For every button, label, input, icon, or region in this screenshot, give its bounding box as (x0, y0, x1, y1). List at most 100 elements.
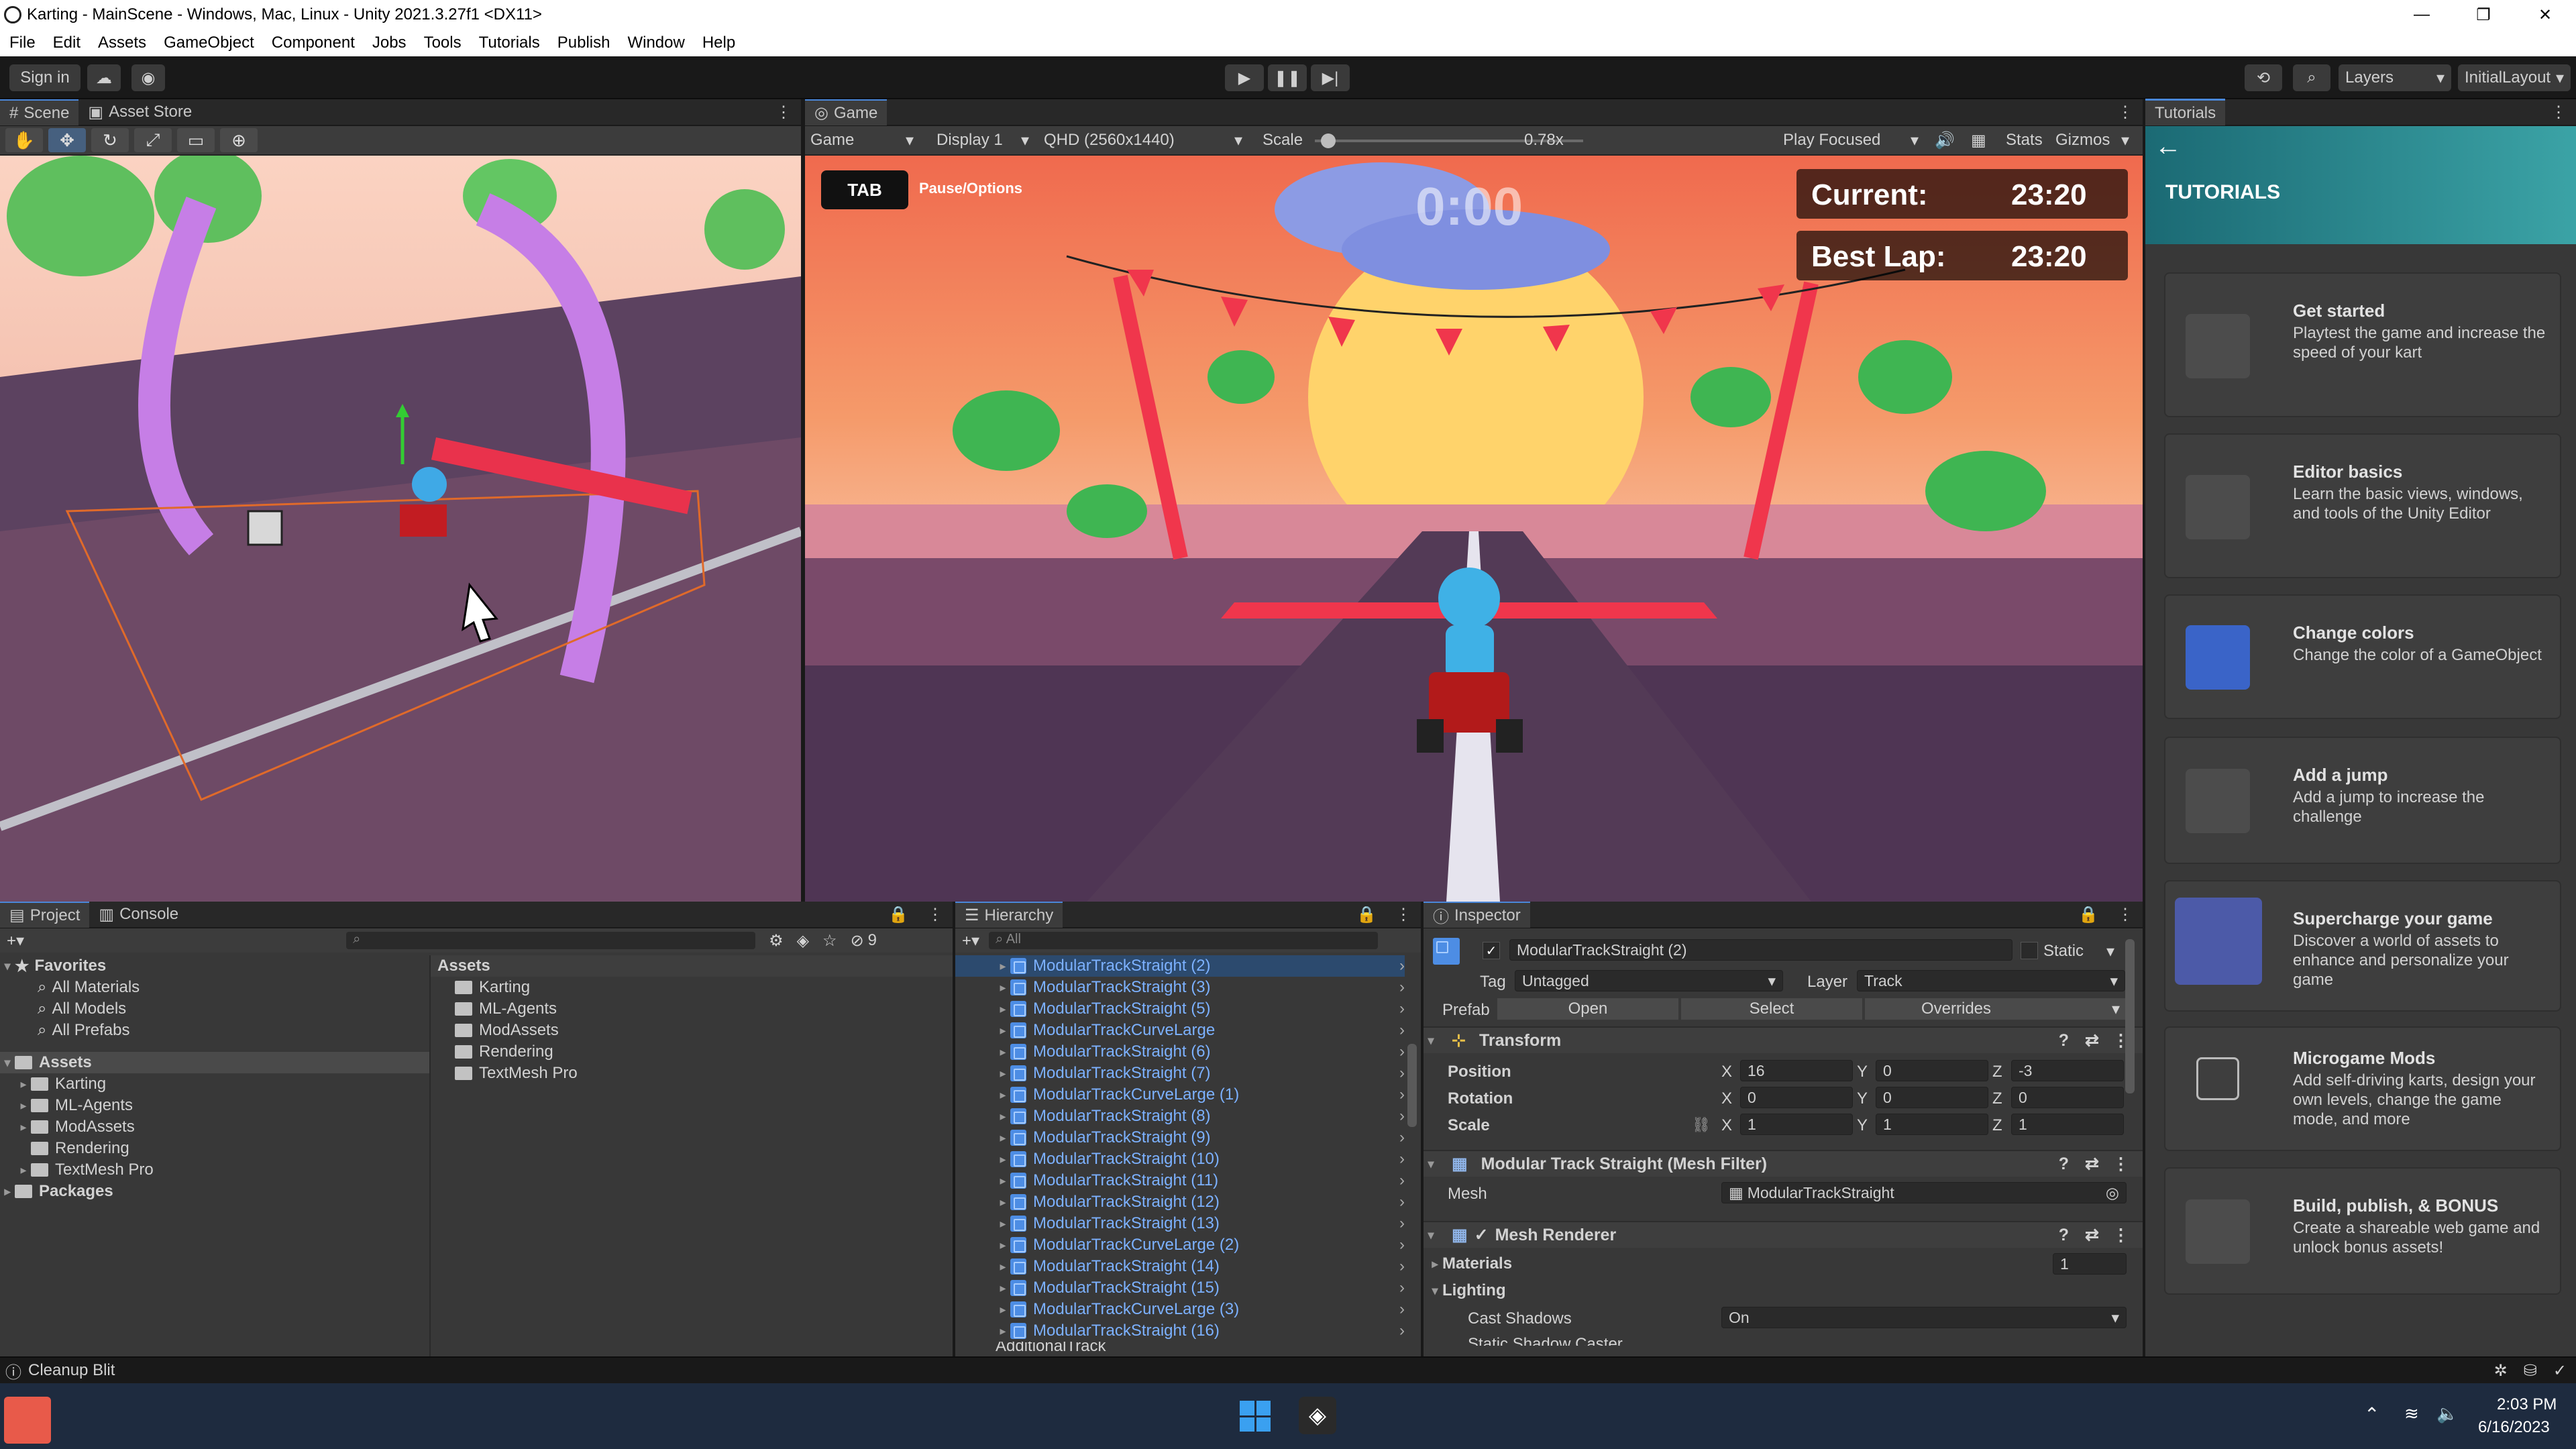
tab-project[interactable]: ▤ Project (0, 902, 90, 928)
collab-icon[interactable]: ◉ (131, 64, 165, 91)
object-name-field[interactable]: ModularTrackStraight (2) (1509, 939, 2012, 961)
expand-arrow-icon[interactable]: ▸ (996, 1195, 1010, 1210)
pause-button[interactable]: ❚❚ (1268, 64, 1307, 91)
expand-arrow-icon[interactable]: ▸ (996, 1303, 1010, 1317)
menu-help[interactable]: Help (702, 34, 735, 52)
menu-edit[interactable]: Edit (53, 34, 80, 52)
chevron-right-icon[interactable]: › (1399, 1322, 1405, 1340)
tag-dropdown[interactable]: Untagged ▾ (1515, 970, 1783, 991)
menu-gameobject[interactable]: GameObject (164, 34, 254, 52)
expand-arrow-icon[interactable]: ▸ (996, 1045, 1010, 1059)
game-mode-dropdown[interactable]: Game (810, 131, 854, 150)
hierarchy-item[interactable]: ▸ ModularTrackStraight (8) › (955, 1106, 1405, 1127)
prefab-open-button[interactable]: Open (1497, 998, 1678, 1020)
rotation-z-axis-label[interactable]: Z (1992, 1089, 2002, 1108)
tree-item[interactable]: ▸ ModAssets (0, 1116, 429, 1138)
mesh-filter-header[interactable]: ▾ ▦ Modular Track Straight (Mesh Filter)? ⇄… (1424, 1150, 2143, 1177)
tab-hierarchy[interactable]: ☰ Hierarchy (955, 902, 1063, 928)
back-arrow-icon[interactable]: ← (2155, 131, 2182, 162)
expand-arrow-icon[interactable]: ▸ (996, 1110, 1010, 1124)
more-options-icon[interactable]: ⋮ (918, 902, 953, 928)
tutorial-card-add-jump[interactable]: Add a jump Add a jump to increase the cha… (2164, 737, 2561, 864)
asset-item[interactable]: ModAssets (431, 1020, 953, 1041)
check-icon[interactable]: ✓ (2553, 1361, 2567, 1381)
position-y-field[interactable]: 0 (1876, 1060, 1988, 1081)
hierarchy-item[interactable]: ▸ ModularTrackStraight (12) › (955, 1191, 1405, 1213)
more-options-icon[interactable]: ⋮ (2541, 99, 2576, 125)
hierarchy-item[interactable]: ▸ ModularTrackCurveLarge (3) › (955, 1299, 1405, 1320)
menu-publish[interactable]: Publish (557, 34, 610, 52)
expand-arrow-icon[interactable]: ▸ (996, 1174, 1010, 1188)
hierarchy-item[interactable]: ▸ ModularTrackStraight (14) › (955, 1256, 1405, 1277)
unity-taskbar-icon[interactable]: ◈ (1299, 1397, 1336, 1434)
play-button[interactable]: ▶ (1225, 64, 1264, 91)
scale-x-axis-label[interactable]: X (1721, 1116, 1732, 1135)
stats-button[interactable]: Stats (2006, 131, 2043, 150)
tab-console[interactable]: ▥ Console (89, 902, 188, 928)
scale-x-field[interactable]: 1 (1740, 1114, 1853, 1135)
tutorial-card-change-colors[interactable]: Change colors Change the color of a GameO… (2164, 594, 2561, 719)
expand-arrow-icon[interactable]: ▸ (996, 1217, 1010, 1231)
tab-inspector[interactable]: ⓘ Inspector (1424, 902, 1530, 928)
chevron-right-icon[interactable]: › (1399, 1257, 1405, 1276)
hierarchy-item[interactable]: ▸ ModularTrackStraight (5) › (955, 998, 1405, 1020)
rotate-tool-icon[interactable]: ↻ (91, 128, 129, 152)
help-icon[interactable]: ? (2059, 1155, 2069, 1174)
lighting-foldout[interactable]: ▾ Lighting (1428, 1280, 1505, 1301)
status-message[interactable]: Cleanup Blit (28, 1361, 115, 1380)
app-tile-icon[interactable] (4, 1397, 51, 1444)
hierarchy-item[interactable]: ▸ ModularTrackStraight (2) › (955, 955, 1405, 977)
chevron-right-icon[interactable]: › (1399, 1064, 1405, 1083)
layers-dropdown[interactable]: Layers ▾ (2339, 64, 2451, 91)
chevron-up-icon[interactable]: ⌃ (2364, 1403, 2379, 1426)
expand-arrow-icon[interactable]: ▸ (996, 959, 1010, 973)
object-picker-icon[interactable]: ◎ (2106, 1184, 2119, 1202)
tab-tutorials[interactable]: Tutorials (2145, 99, 2226, 125)
chevron-right-icon[interactable]: › (1399, 1000, 1405, 1018)
lock-icon[interactable]: 🔒 (1347, 902, 1386, 928)
expand-arrow-icon[interactable]: ▸ (996, 1152, 1010, 1167)
position-x-axis-label[interactable]: X (1721, 1063, 1732, 1081)
rotation-y-field[interactable]: 0 (1876, 1087, 1988, 1108)
display-dropdown[interactable]: Display 1 (936, 131, 1003, 150)
chevron-right-icon[interactable]: › (1399, 1193, 1405, 1212)
favorite-icon[interactable]: ☆ (822, 931, 837, 951)
chevron-right-icon[interactable]: › (1399, 1085, 1405, 1104)
chevron-right-icon[interactable]: › (1399, 1236, 1405, 1254)
more-options-icon[interactable]: ⋮ (766, 99, 801, 125)
scale-slider-knob[interactable] (1321, 133, 1336, 148)
minimize-icon[interactable]: — (2391, 0, 2453, 30)
chevron-right-icon[interactable]: › (1399, 978, 1405, 997)
hierarchy-item[interactable]: ▸ ModularTrackStraight (6) › (955, 1041, 1405, 1063)
component-menu-icon[interactable]: ⋮ (2112, 1154, 2129, 1174)
menu-tutorials[interactable]: Tutorials (479, 34, 540, 52)
scale-y-field[interactable]: 1 (1876, 1114, 1988, 1135)
hierarchy-item[interactable]: ▸ ModularTrackStraight (13) › (955, 1213, 1405, 1234)
resolution-dropdown[interactable]: QHD (2560x1440) (1044, 131, 1175, 150)
asset-item[interactable]: ML-Agents (431, 998, 953, 1020)
expand-arrow-icon[interactable]: ▸ (996, 1024, 1010, 1038)
transform-tool-icon[interactable]: ⊕ (220, 128, 258, 152)
chevron-right-icon[interactable]: › (1399, 1107, 1405, 1126)
menu-assets[interactable]: Assets (98, 34, 146, 52)
clock-time[interactable]: 2:03 PM (2497, 1395, 2557, 1414)
preset-icon[interactable]: ⇄ (2085, 1225, 2099, 1245)
tutorial-card-supercharge[interactable]: Supercharge your game Discover a world of… (2164, 880, 2561, 1012)
tree-assets[interactable]: ▾ Assets (0, 1052, 429, 1073)
tree-item[interactable]: ⌕ All Materials (0, 977, 429, 998)
tree-item[interactable]: ▸ TextMesh Pro (0, 1159, 429, 1181)
add-icon[interactable]: +▾ (7, 931, 24, 951)
expand-arrow-icon[interactable]: ▸ (996, 1281, 1010, 1295)
hand-tool-icon[interactable]: ✋ (5, 128, 43, 152)
tree-item[interactable]: ⌕ All Prefabs (0, 1020, 429, 1041)
menu-window[interactable]: Window (627, 34, 684, 52)
add-icon[interactable]: +▾ (962, 931, 979, 951)
tutorial-card-get-started[interactable]: Get started Playtest the game and increas… (2164, 272, 2561, 417)
hierarchy-item[interactable]: ▸ ModularTrackStraight (15) › (955, 1277, 1405, 1299)
preset-icon[interactable]: ⇄ (2085, 1154, 2099, 1174)
tree-favorites[interactable]: ▾ ★ Favorites (0, 955, 429, 977)
maximize-icon[interactable]: ❐ (2453, 0, 2514, 30)
tree-item[interactable]: ▸ Karting (0, 1073, 429, 1095)
step-button[interactable]: ▶| (1311, 64, 1350, 91)
hierarchy-item[interactable]: ▸ ModularTrackStraight (9) › (955, 1127, 1405, 1148)
